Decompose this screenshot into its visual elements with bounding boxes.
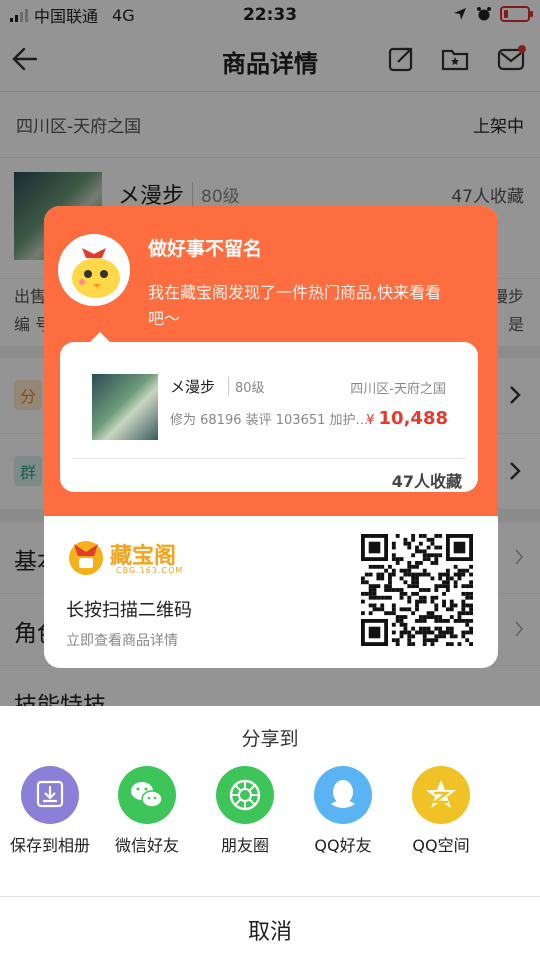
option-label: 微信好友 bbox=[114, 836, 179, 855]
item-image bbox=[92, 374, 158, 440]
item-region: 四川区-天府之国 bbox=[350, 382, 446, 397]
scan-subtitle: 立即查看商品详情 bbox=[66, 633, 178, 649]
cbg-logo: 藏宝阁 CBG.163.COM bbox=[64, 534, 194, 582]
item-favorites: 47人收藏 bbox=[391, 472, 462, 491]
brand-domain: CBG.163.COM bbox=[116, 566, 184, 575]
item-level: 80级 bbox=[228, 377, 265, 396]
item-price: ¥10,488 bbox=[366, 408, 448, 429]
card-footer: 藏宝阁 CBG.163.COM 长按扫描二维码 立即查看商品详情 bbox=[44, 516, 498, 668]
qr-code[interactable] bbox=[361, 534, 473, 646]
scan-instruction: 长按扫描二维码 bbox=[66, 600, 192, 621]
share-moments[interactable]: 朋友圈 bbox=[195, 766, 295, 856]
share-sheet: 分享到 保存到相册 微信好友 朋友圈 QQ好友 QQ空间 取消 bbox=[0, 706, 540, 960]
divider bbox=[0, 896, 540, 897]
qq-icon bbox=[314, 766, 372, 824]
share-wechat-friend[interactable]: 微信好友 bbox=[97, 766, 197, 856]
download-icon bbox=[21, 766, 79, 824]
option-label: QQ好友 bbox=[314, 836, 372, 855]
item-stats: 修为 68196 装评 103651 加护… bbox=[170, 413, 369, 428]
wechat-icon bbox=[118, 766, 176, 824]
share-save-album[interactable]: 保存到相册 bbox=[0, 766, 100, 856]
item-name: メ漫步 bbox=[170, 378, 216, 396]
mascot-icon bbox=[58, 234, 130, 306]
qzone-icon bbox=[412, 766, 470, 824]
item-preview: メ漫步 80级 四川区-天府之国 修为 68196 装评 103651 加护… … bbox=[60, 332, 478, 492]
price-value: 10,488 bbox=[378, 408, 448, 429]
moments-icon bbox=[216, 766, 274, 824]
share-qzone[interactable]: QQ空间 bbox=[391, 766, 491, 856]
card-message: 我在藏宝阁发现了一件热门商品,快来看看吧～ bbox=[148, 283, 442, 328]
currency-symbol: ¥ bbox=[366, 413, 375, 428]
share-qq-friend[interactable]: QQ好友 bbox=[293, 766, 393, 856]
option-label: 保存到相册 bbox=[9, 836, 90, 855]
divider bbox=[72, 458, 466, 459]
card-title: 做好事不留名 bbox=[148, 238, 263, 260]
share-card[interactable]: 做好事不留名 我在藏宝阁发现了一件热门商品,快来看看吧～ メ漫步 80级 四川区… bbox=[44, 206, 498, 668]
card-header: 做好事不留名 我在藏宝阁发现了一件热门商品,快来看看吧～ メ漫步 80级 四川区… bbox=[44, 206, 498, 516]
cancel-button[interactable]: 取消 bbox=[0, 914, 540, 946]
option-label: QQ空间 bbox=[412, 836, 470, 855]
option-label: 朋友圈 bbox=[220, 836, 269, 855]
share-sheet-title: 分享到 bbox=[241, 728, 299, 750]
